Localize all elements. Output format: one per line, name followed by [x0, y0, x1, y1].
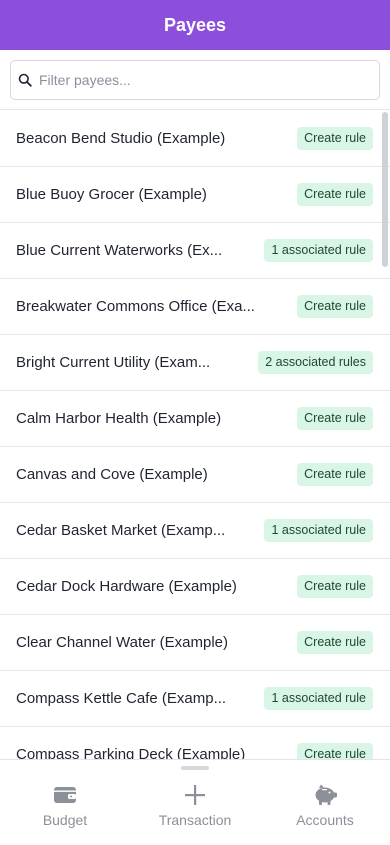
filter-bar — [0, 50, 390, 110]
bottom-nav: Budget Transaction Accounts — [0, 759, 390, 844]
create-rule-button[interactable]: Create rule — [297, 407, 373, 430]
scrollbar[interactable] — [382, 112, 388, 267]
create-rule-button[interactable]: Create rule — [297, 743, 373, 759]
payee-name: Cedar Dock Hardware (Example) — [16, 578, 237, 595]
payee-row[interactable]: Blue Current Waterworks (Ex... 1 associat… — [0, 223, 390, 279]
filter-box[interactable] — [10, 60, 380, 100]
nav-accounts[interactable]: Accounts — [260, 760, 390, 845]
nav-transaction-label: Transaction — [158, 812, 232, 828]
search-icon — [17, 72, 33, 88]
wallet-icon — [52, 784, 78, 806]
create-rule-button[interactable]: Create rule — [297, 295, 373, 318]
plus-icon — [182, 784, 208, 806]
associated-rules-badge[interactable]: 1 associated rule — [264, 687, 373, 710]
payee-name: Beacon Bend Studio (Example) — [16, 130, 226, 147]
create-rule-button[interactable]: Create rule — [297, 631, 373, 654]
create-rule-button[interactable]: Create rule — [297, 575, 373, 598]
payee-name: Breakwater Commons Office (Exa... — [16, 298, 255, 315]
payee-name: Canvas and Cove (Example) — [16, 466, 208, 483]
nav-accounts-label: Accounts — [296, 812, 354, 828]
payee-name: Cedar Basket Market (Examp... — [16, 522, 226, 539]
payee-name: Bright Current Utility (Exam... — [16, 354, 211, 371]
payee-name: Blue Current Waterworks (Ex... — [16, 242, 223, 259]
create-rule-button[interactable]: Create rule — [297, 127, 373, 150]
payee-row[interactable]: Cedar Basket Market (Examp... 1 associate… — [0, 503, 390, 559]
payee-row[interactable]: Compass Parking Deck (Example) Create rul… — [0, 727, 390, 759]
create-rule-button[interactable]: Create rule — [297, 183, 373, 206]
create-rule-button[interactable]: Create rule — [297, 463, 373, 486]
payee-row[interactable]: Calm Harbor Health (Example) Create rule — [0, 391, 390, 447]
payee-name: Blue Buoy Grocer (Example) — [16, 186, 207, 203]
page-title: Payees — [163, 14, 227, 35]
nav-budget[interactable]: Budget — [0, 760, 130, 845]
payee-row[interactable]: Blue Buoy Grocer (Example) Create rule — [0, 167, 390, 223]
payee-name: Clear Channel Water (Example) — [16, 634, 229, 651]
payee-row[interactable]: Breakwater Commons Office (Exa... Create … — [0, 279, 390, 335]
payee-name: Calm Harbor Health (Example) — [16, 410, 222, 427]
nav-budget-label: Budget — [42, 812, 88, 828]
app-header: Payees — [0, 0, 390, 50]
associated-rules-badge[interactable]: 2 associated rules — [258, 351, 373, 374]
payee-row[interactable]: Beacon Bend Studio (Example) Create rule — [0, 111, 390, 167]
filter-payees-input[interactable] — [37, 71, 361, 89]
payee-name: Compass Parking Deck (Example) — [16, 746, 246, 759]
nav-transaction[interactable]: Transaction — [130, 760, 260, 845]
associated-rules-badge[interactable]: 1 associated rule — [264, 519, 373, 542]
associated-rules-badge[interactable]: 1 associated rule — [264, 239, 373, 262]
payee-row[interactable]: Clear Channel Water (Example) Create rule — [0, 615, 390, 671]
payee-name: Compass Kettle Cafe (Examp... — [16, 690, 227, 707]
payee-row[interactable]: Compass Kettle Cafe (Examp... 1 associate… — [0, 671, 390, 727]
payee-list[interactable]: Beacon Bend Studio (Example) Create rule B… — [0, 111, 390, 759]
payee-row[interactable]: Cedar Dock Hardware (Example) Create rule — [0, 559, 390, 615]
payee-row[interactable]: Bright Current Utility (Exam... 2 associa… — [0, 335, 390, 391]
piggy-bank-icon — [312, 784, 338, 806]
payee-row[interactable]: Canvas and Cove (Example) Create rule — [0, 447, 390, 503]
